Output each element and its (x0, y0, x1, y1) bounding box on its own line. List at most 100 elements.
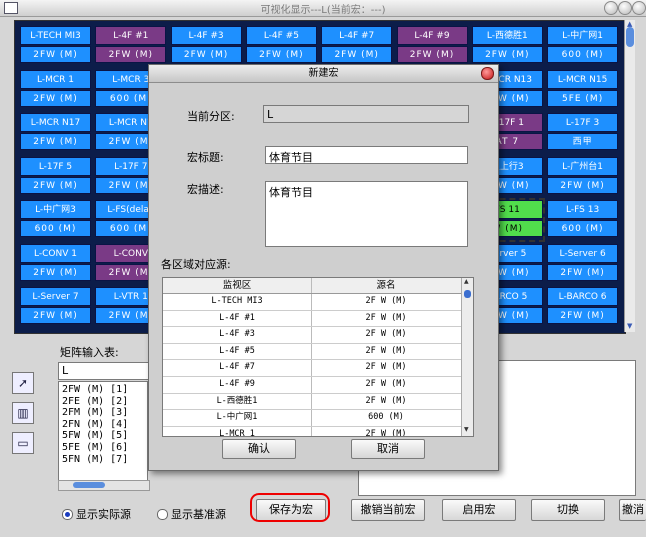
matrix-tool-icon[interactable]: ▥ (12, 402, 34, 424)
monitor-cell[interactable]: L-4F #1 2FW (M) (95, 26, 167, 66)
list-item[interactable]: 2FM (M) [3] (62, 407, 144, 419)
monitor-cell[interactable]: L-4F #9 2FW (M) (396, 26, 468, 66)
monitor-cell[interactable]: L-广州台1 2FW (M) (547, 156, 619, 197)
radio-actual-source[interactable]: 显示实际源 (62, 506, 131, 522)
monitor-name: L-广州台1 (547, 156, 619, 176)
source-cell-text: 2F W (M) (365, 395, 407, 406)
scroll-up-icon[interactable]: ▲ (464, 278, 469, 285)
source-cell-text: 2F W (M) (365, 378, 407, 389)
monitor-name: L-CONV 1 (20, 243, 91, 263)
monitor-name: L-Server 6 (547, 243, 619, 263)
cancel-button[interactable]: 撤消 (619, 499, 646, 521)
hscroll-thumb[interactable] (73, 482, 105, 488)
list-item[interactable]: 2FN (M) [4] (62, 419, 144, 431)
tool-column: ➚ ▥ ▭ (12, 372, 34, 462)
monitor-tool-icon[interactable]: ▭ (12, 432, 34, 454)
source-cell-text: 2F W (M) (365, 345, 407, 356)
monitor-cell[interactable]: L-MCR 1 2FW (M) (20, 69, 91, 110)
monitor-name: L-4F #7 (321, 26, 393, 45)
monitor-cell[interactable]: L-中广网1 600 (M) (547, 26, 619, 66)
table-header: 监视区 源名 (163, 278, 473, 294)
source-cell-text: 600 (M) (368, 412, 404, 423)
source-list-hscrollbar[interactable] (58, 480, 150, 491)
macro-desc-input[interactable]: 体育节目 (265, 181, 468, 247)
monitor-cell[interactable]: L-FS 13 600 (M) (547, 200, 619, 240)
table-row[interactable]: L-4F #3 2F W (M) (163, 327, 473, 344)
monitor-source: 2FW (M) (547, 263, 619, 281)
table-row[interactable]: L-中广网1 600 (M) (163, 410, 473, 427)
monitor-cell-text: L-中广网1 (163, 410, 312, 426)
monitor-cell[interactable]: L-Server 7 2FW (M) (20, 287, 91, 327)
minimize-button[interactable] (604, 1, 618, 15)
monitor-name: L-4F #3 (170, 26, 242, 45)
window-title: 可视化显示---L(当前宏：---) (260, 5, 386, 16)
macro-title-input[interactable]: 体育节目 (265, 146, 468, 164)
monitor-name: L-中广网1 (547, 26, 619, 45)
grid-vertical-scrollbar[interactable]: ▲ ▼ (624, 20, 635, 332)
monitor-source: 2FW (M) (20, 46, 91, 63)
monitor-source: 600 (M) (547, 220, 619, 237)
table-row[interactable]: L-MCR 1 2F W (M) (163, 426, 473, 436)
maximize-button[interactable] (618, 1, 632, 15)
radio-actual-label: 显示实际源 (76, 508, 131, 521)
radio-dot[interactable] (157, 508, 168, 520)
pointer-tool-icon[interactable]: ➚ (12, 372, 34, 394)
table-scroll-thumb[interactable] (464, 290, 471, 298)
dialog-close-icon[interactable] (481, 67, 494, 80)
source-cell-text: 2F W (M) (365, 312, 407, 323)
scroll-down-icon[interactable]: ▼ (464, 426, 469, 433)
source-cell-text: 2F W (M) (365, 362, 407, 373)
monitor-source: 2FW (M) (20, 133, 91, 150)
monitor-source: 600 (M) (547, 46, 619, 63)
monitor-source: 2FW (M) (20, 263, 91, 281)
monitor-cell[interactable]: L-CONV 1 2FW (M) (20, 243, 91, 284)
source-cell-text: 2F W (M) (365, 329, 407, 340)
confirm-button[interactable]: 确认 (222, 439, 296, 459)
list-item[interactable]: 2FW (M) [1] (62, 384, 144, 396)
switch-button[interactable]: 切换 (531, 499, 605, 521)
table-row[interactable]: L-4F #5 2F W (M) (163, 343, 473, 361)
monitor-cell[interactable]: L-Server 6 2FW (M) (547, 243, 619, 284)
table-row[interactable]: L-4F #9 2F W (M) (163, 376, 473, 394)
matrix-filter-input[interactable]: L (58, 362, 150, 380)
table-scrollbar[interactable]: ▲ ▼ (461, 278, 473, 436)
monitor-source: 2FW (M) (547, 307, 619, 324)
monitor-cell[interactable]: L-4F #5 2FW (M) (245, 26, 317, 66)
monitor-cell[interactable]: L-BARCO 6 2FW (M) (547, 287, 619, 327)
radio-base-source[interactable]: 显示基准源 (157, 506, 226, 522)
scroll-thumb[interactable] (626, 27, 634, 47)
monitor-cell[interactable]: L-中广网3 600 (M) (20, 200, 91, 240)
list-item[interactable]: 5FN (M) [7] (62, 454, 144, 466)
monitor-cell[interactable]: L-17F 5 2FW (M) (20, 156, 91, 197)
monitor-cell[interactable]: L-TECH MI3 2FW (M) (20, 26, 91, 66)
monitor-cell[interactable]: L-4F #7 2FW (M) (321, 26, 393, 66)
dialog-cancel-button[interactable]: 取消 (351, 439, 425, 459)
radio-dot[interactable] (62, 508, 73, 520)
undo-macro-button[interactable]: 撤销当前宏 (351, 499, 425, 521)
monitor-name: L-Server 7 (20, 287, 91, 306)
table-row[interactable]: L-4F #7 2F W (M) (163, 360, 473, 377)
table-row[interactable]: L-4F #1 2F W (M) (163, 310, 473, 328)
monitor-cell[interactable]: L-17F 3 西甲 (547, 113, 619, 153)
table-row[interactable]: L-TECH MI3 2F W (M) (163, 294, 473, 311)
monitor-source: 2FW (M) (321, 46, 393, 63)
monitor-cell[interactable]: L-MCR N17 2FW (M) (20, 113, 91, 153)
source-list[interactable]: 2FW (M) [1] 2FE (M) [2] 2FM (M) [3] 2FN (M)… (58, 381, 148, 485)
list-item[interactable]: 5FW (M) [5] (62, 430, 144, 442)
scroll-down-icon[interactable]: ▼ (627, 322, 632, 330)
zone-source-table[interactable]: 监视区 源名 L-TECH MI3 2F W (M) L-4F #1 2F W (M)… (162, 277, 474, 437)
list-item[interactable]: 2FE (M) [2] (62, 396, 144, 408)
monitor-cell[interactable]: L-MCR N15 5FE (M) (547, 69, 619, 110)
window-titlebar: 可视化显示---L(当前宏：---) (0, 0, 646, 17)
monitor-cell-text: L-TECH MI3 (163, 294, 312, 310)
monitor-cell[interactable]: L-西德胜1 2FW (M) (471, 26, 543, 66)
col-monitor-header: 监视区 (163, 278, 312, 293)
table-row[interactable]: L-西德胜1 2F W (M) (163, 393, 473, 411)
monitor-cell[interactable]: L-4F #3 2FW (M) (170, 26, 242, 66)
list-item[interactable]: 5FE (M) [6] (62, 442, 144, 454)
zone-label: 当前分区: (187, 110, 235, 123)
enable-macro-button[interactable]: 启用宏 (442, 499, 516, 521)
monitor-source: 2FW (M) (471, 46, 543, 63)
monitor-source: 2FW (M) (396, 46, 468, 63)
close-button[interactable] (632, 1, 646, 15)
